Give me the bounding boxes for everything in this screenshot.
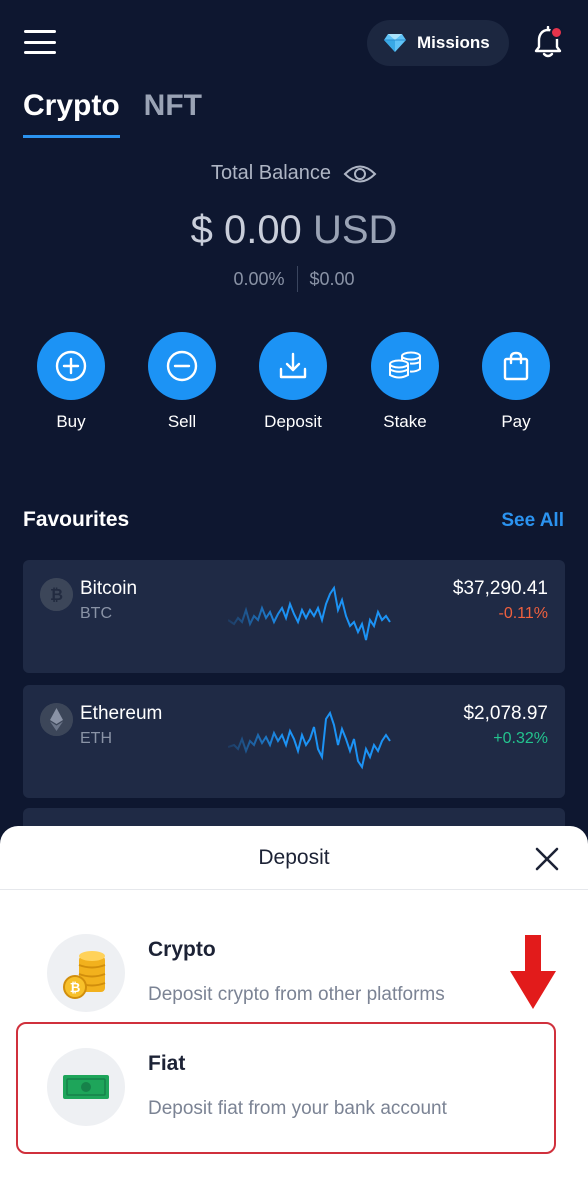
buy-label: Buy	[56, 412, 86, 431]
stake-label: Stake	[383, 412, 427, 431]
buy-button[interactable]: Buy	[26, 332, 116, 432]
total-balance-amount: $ 0.00 USD	[0, 208, 588, 253]
coin-card-bitcoin[interactable]: ₿ Bitcoin BTC $37,290.41 -0.11%	[23, 560, 565, 673]
gold-coins-icon: ₿	[47, 934, 125, 1012]
option-description: Deposit crypto from other platforms	[148, 984, 445, 1005]
see-all-link[interactable]: See All	[501, 510, 564, 532]
stake-button[interactable]: Stake	[360, 332, 450, 432]
deposit-label: Deposit	[264, 412, 322, 431]
tab-crypto[interactable]: Crypto	[23, 86, 120, 138]
missions-label: Missions	[417, 33, 490, 52]
coin-name: Bitcoin	[80, 578, 138, 599]
eye-icon[interactable]	[343, 163, 377, 185]
top-bar: Missions	[0, 0, 588, 86]
option-title: Crypto	[148, 938, 216, 961]
coin-change: +0.32%	[493, 730, 548, 747]
red-down-arrow-icon	[510, 935, 556, 1009]
svg-text:₿: ₿	[70, 980, 81, 995]
pay-label: Pay	[501, 412, 531, 431]
sheet-title: Deposit	[258, 846, 330, 869]
sheet-header: Deposit	[0, 826, 588, 890]
minus-circle-icon	[166, 350, 198, 382]
coin-change: -0.11%	[498, 605, 548, 622]
plus-circle-icon	[55, 350, 87, 382]
diamond-icon	[384, 34, 406, 52]
coin-symbol: ETH	[80, 730, 112, 747]
missions-button[interactable]: Missions	[367, 20, 509, 66]
notification-dot	[550, 26, 563, 39]
fiat-highlight-box	[16, 1022, 556, 1154]
coin-price: $2,078.97	[463, 703, 548, 724]
download-icon	[279, 352, 307, 379]
balance-change-value: $0.00	[309, 268, 355, 289]
asset-tabs: Crypto NFT	[23, 86, 202, 138]
coin-name: Ethereum	[80, 703, 163, 724]
sell-label: Sell	[167, 412, 197, 431]
balance-currency: USD	[312, 208, 398, 252]
sparkline-chart	[228, 710, 391, 770]
close-icon[interactable]	[534, 846, 560, 872]
deposit-option-crypto[interactable]: ₿ Crypto Deposit crypto from other platf…	[0, 926, 588, 1026]
hamburger-menu-icon[interactable]	[24, 30, 56, 54]
balance-value: $ 0.00	[190, 208, 302, 252]
shopping-bag-icon	[503, 351, 529, 381]
favourites-title: Favourites	[23, 508, 130, 531]
coin-symbol: BTC	[80, 605, 112, 622]
divider	[296, 266, 298, 292]
coin-stack-icon	[389, 351, 421, 379]
total-balance-row: Total Balance	[0, 162, 588, 185]
bitcoin-icon: ₿	[40, 578, 73, 611]
total-balance-label: Total Balance	[210, 162, 332, 184]
sell-button[interactable]: Sell	[137, 332, 227, 432]
tab-nft[interactable]: NFT	[144, 86, 202, 138]
ethereum-icon	[40, 703, 73, 736]
pay-button[interactable]: Pay	[471, 332, 561, 432]
balance-change-row: 0.00% $0.00	[0, 266, 588, 292]
coin-price: $37,290.41	[452, 578, 548, 599]
balance-change-percent: 0.00%	[233, 268, 285, 289]
sparkline-chart	[228, 585, 391, 641]
deposit-button[interactable]: Deposit	[248, 332, 338, 432]
svg-text:₿: ₿	[50, 586, 63, 604]
coin-card-ethereum[interactable]: Ethereum ETH $2,078.97 +0.32%	[23, 685, 565, 798]
